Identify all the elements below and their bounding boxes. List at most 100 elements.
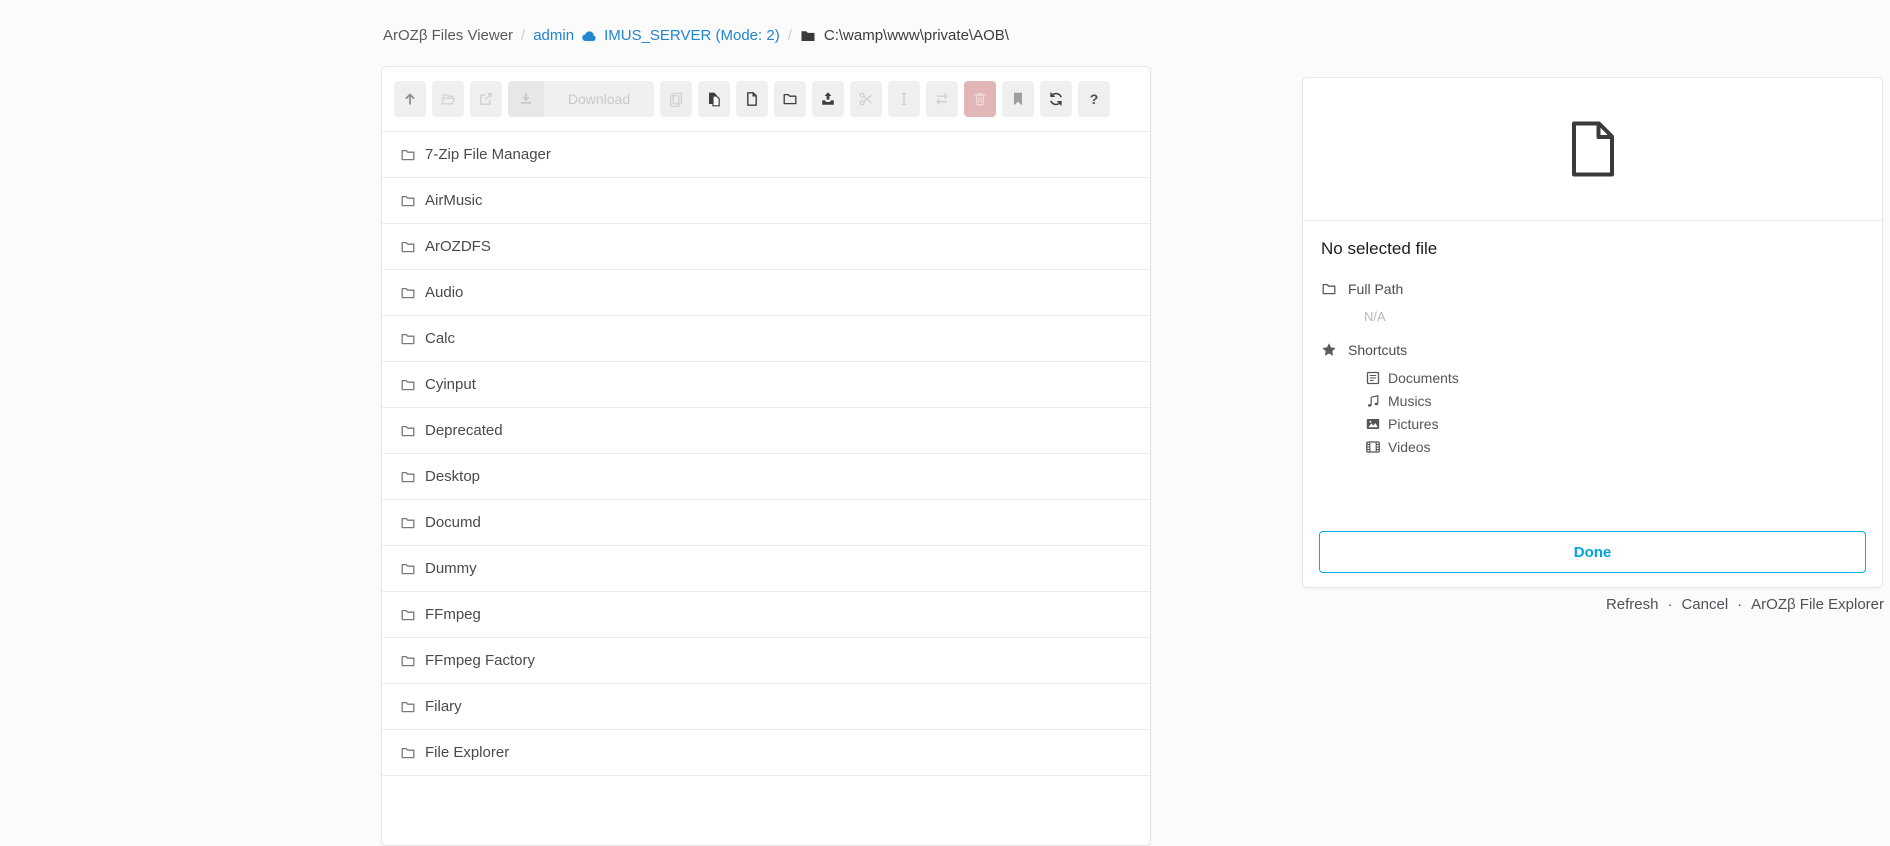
upload-icon (820, 91, 836, 107)
download-label: Download (544, 81, 654, 117)
folder-icon (400, 193, 416, 209)
new-file-button[interactable] (736, 81, 768, 117)
folder-icon (400, 699, 416, 715)
file-list: 7-Zip File Manager AirMusic ArOZDFS Audi… (382, 132, 1150, 776)
file-details-body: No selected file Full Path N/A Shortcuts… (1303, 221, 1882, 470)
go-up-button[interactable] (394, 81, 426, 117)
shortcut-musics[interactable]: Musics (1365, 393, 1864, 409)
file-name: Dummy (425, 560, 477, 577)
refresh-button[interactable] (1040, 81, 1072, 117)
folder-icon (400, 377, 416, 393)
file-name: 7-Zip File Manager (425, 146, 551, 163)
shortcut-pictures[interactable]: Pictures (1365, 416, 1864, 432)
current-path: C:\wamp\www\private\AOB\ (824, 27, 1009, 44)
file-preview-area (1303, 78, 1882, 221)
shortcut-label: Pictures (1388, 416, 1439, 432)
folder-icon (400, 745, 416, 761)
folder-icon (400, 469, 416, 485)
file-name: AirMusic (425, 192, 483, 209)
file-name: FFmpeg (425, 606, 481, 623)
file-explorer-link[interactable]: ArOZβ File Explorer (1751, 596, 1884, 613)
external-link-icon (478, 91, 494, 107)
star-icon (1321, 342, 1337, 358)
file-list-item[interactable]: Filary (382, 684, 1150, 730)
new-folder-icon (782, 91, 798, 107)
file-name: Audio (425, 284, 463, 301)
file-list-item[interactable]: ArOZDFS (382, 224, 1150, 270)
file-name: Desktop (425, 468, 480, 485)
refresh-icon (1048, 91, 1064, 107)
file-name: ArOZDFS (425, 238, 491, 255)
new-file-icon (744, 91, 760, 107)
file-list-item[interactable]: FFmpeg (382, 592, 1150, 638)
breadcrumb: ArOZβ Files Viewer / admin IMUS_SERVER (… (383, 27, 1009, 44)
file-name: Cyinput (425, 376, 476, 393)
help-button[interactable]: ? (1078, 81, 1110, 117)
folder-icon (400, 423, 416, 439)
folder-icon (1321, 281, 1337, 297)
picture-icon (1365, 416, 1381, 432)
folder-icon (400, 285, 416, 301)
new-folder-button[interactable] (774, 81, 806, 117)
shortcut-label: Musics (1388, 393, 1432, 409)
full-path-label: Full Path (1348, 281, 1403, 297)
open-in-new-button[interactable] (470, 81, 502, 117)
file-list-item[interactable]: FFmpeg Factory (382, 638, 1150, 684)
shortcut-label: Videos (1388, 439, 1431, 455)
breadcrumb-separator: / (788, 27, 792, 44)
shortcut-label: Documents (1388, 370, 1459, 386)
folder-open-icon (440, 91, 456, 107)
file-list-item[interactable]: Desktop (382, 454, 1150, 500)
folder-icon (400, 331, 416, 347)
bookmark-button[interactable] (1002, 81, 1034, 117)
file-list-item[interactable]: Documd (382, 500, 1150, 546)
open-button[interactable] (432, 81, 464, 117)
file-name: Deprecated (425, 422, 503, 439)
scissors-icon (858, 91, 874, 107)
user-link[interactable]: admin (533, 27, 574, 44)
cancel-link[interactable]: Cancel (1681, 596, 1728, 613)
folder-icon (400, 653, 416, 669)
shortcut-documents[interactable]: Documents (1365, 370, 1864, 386)
upload-button[interactable] (812, 81, 844, 117)
file-list-item[interactable]: Calc (382, 316, 1150, 362)
file-name: Filary (425, 698, 462, 715)
download-button[interactable]: Download (508, 81, 654, 117)
refresh-link[interactable]: Refresh (1606, 596, 1659, 613)
delete-button[interactable] (964, 81, 996, 117)
trash-icon (972, 91, 988, 107)
copy-button[interactable] (660, 81, 692, 117)
toolbar: Download ? (382, 67, 1150, 132)
file-list-item[interactable]: Deprecated (382, 408, 1150, 454)
shortcut-list: Documents Musics Pictures Videos (1365, 370, 1864, 455)
full-path-row: Full Path (1321, 281, 1864, 297)
shortcuts-row: Shortcuts (1321, 342, 1864, 358)
exchange-arrows-icon (934, 91, 950, 107)
file-details-panel: No selected file Full Path N/A Shortcuts… (1302, 77, 1883, 588)
question-mark-icon: ? (1090, 91, 1099, 107)
folder-icon (400, 147, 416, 163)
document-list-icon (1365, 370, 1381, 386)
file-list-item[interactable]: File Explorer (382, 730, 1150, 776)
move-button[interactable] (926, 81, 958, 117)
server-link[interactable]: IMUS_SERVER (Mode: 2) (604, 27, 780, 44)
file-list-item[interactable]: 7-Zip File Manager (382, 132, 1150, 178)
download-icon (508, 81, 544, 117)
arrow-up-icon (402, 91, 418, 107)
file-name: FFmpeg Factory (425, 652, 535, 669)
file-list-item[interactable]: Audio (382, 270, 1150, 316)
file-list-item[interactable]: AirMusic (382, 178, 1150, 224)
rename-button[interactable] (888, 81, 920, 117)
cut-button[interactable] (850, 81, 882, 117)
selection-status-heading: No selected file (1321, 239, 1864, 259)
film-icon (1365, 439, 1381, 455)
shortcut-videos[interactable]: Videos (1365, 439, 1864, 455)
folder-icon (400, 607, 416, 623)
file-name: Calc (425, 330, 455, 347)
file-name: File Explorer (425, 744, 509, 761)
file-list-item[interactable]: Dummy (382, 546, 1150, 592)
paste-button[interactable] (698, 81, 730, 117)
file-list-item[interactable]: Cyinput (382, 362, 1150, 408)
cloud-icon (581, 28, 597, 44)
done-button[interactable]: Done (1319, 531, 1866, 573)
